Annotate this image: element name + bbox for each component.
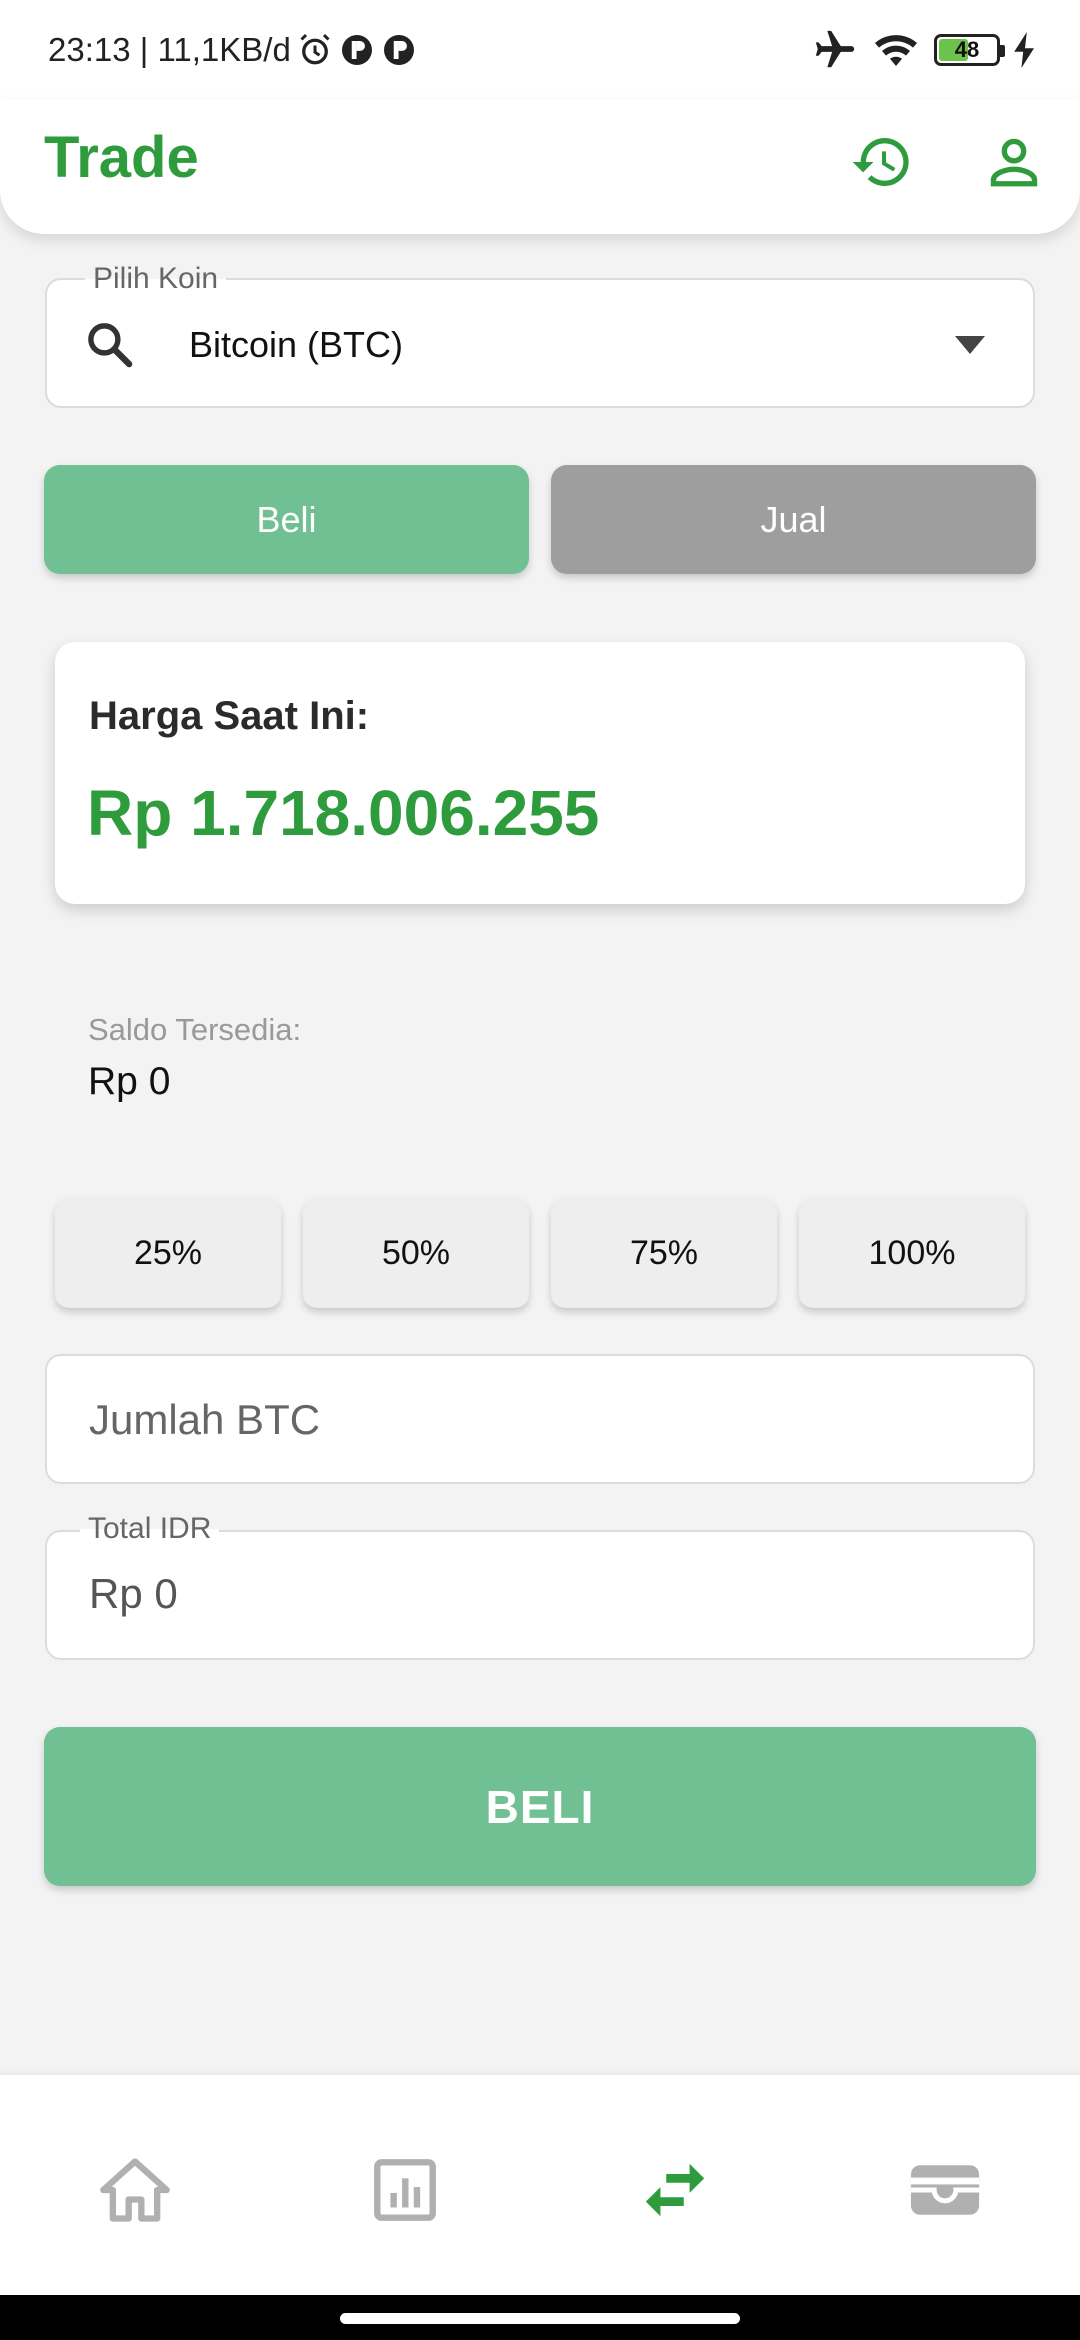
battery-icon: 48 <box>934 34 1005 66</box>
history-icon <box>852 138 909 186</box>
p-badge-icon <box>383 35 414 65</box>
bottom-nav <box>0 2075 1080 2295</box>
search-icon <box>88 323 133 368</box>
coin-selector[interactable]: Pilih Koin Bitcoin (BTC) <box>45 262 1035 408</box>
total-label: Total IDR <box>80 1512 220 1546</box>
wallet-icon <box>910 2165 980 2215</box>
buy-button[interactable]: BELI <box>44 1727 1036 1886</box>
status-left: 23:13 | 11,1KB/d <box>48 28 417 72</box>
status-time-speed: 23:13 | 11,1KB/d <box>48 31 291 68</box>
percent-50-button[interactable]: 50% <box>303 1199 529 1308</box>
total-value: Rp 0 <box>89 1570 178 1617</box>
tab-buy[interactable]: Beli <box>44 465 529 574</box>
nav-chart[interactable] <box>360 2145 450 2235</box>
page-title: Trade <box>44 125 199 190</box>
amount-input[interactable] <box>89 1392 989 1448</box>
tab-sell[interactable]: Jual <box>551 465 1036 574</box>
total-field[interactable]: Total IDR Rp 0 <box>45 1512 1035 1660</box>
nav-wallet[interactable] <box>900 2145 990 2235</box>
chart-icon <box>374 2159 436 2221</box>
home-gesture-handle[interactable] <box>340 2313 740 2324</box>
status-bar: 23:13 | 11,1KB/d 48 <box>0 0 1080 100</box>
balance-label: Saldo Tersedia: <box>88 1012 302 1047</box>
swap-icon <box>645 2163 705 2217</box>
nav-home[interactable] <box>90 2145 180 2235</box>
price-value: Rp 1.718.006.255 <box>87 777 600 849</box>
history-button[interactable] <box>846 126 918 198</box>
status-right: 48 <box>812 26 1036 74</box>
alarm-icon <box>300 33 330 65</box>
balance-value: Rp 0 <box>88 1060 171 1103</box>
price-label: Harga Saat Ini: <box>89 694 370 738</box>
percent-100-button[interactable]: 100% <box>799 1199 1025 1308</box>
system-gesture-bar <box>0 2295 1080 2340</box>
nav-trade[interactable] <box>630 2145 720 2235</box>
p-badge-icon <box>341 35 372 65</box>
coin-selector-label: Pilih Koin <box>85 262 227 296</box>
app-header: Trade <box>0 100 1080 234</box>
wifi-icon <box>875 35 917 66</box>
airplane-icon <box>815 30 855 68</box>
profile-button[interactable] <box>978 126 1050 198</box>
percent-25-button[interactable]: 25% <box>55 1199 281 1308</box>
battery-level: 48 <box>954 37 980 62</box>
chevron-down-icon <box>955 336 985 354</box>
percent-75-button[interactable]: 75% <box>551 1199 777 1308</box>
amount-field <box>45 1354 1035 1484</box>
home-icon <box>100 2158 170 2222</box>
charging-icon <box>1014 32 1034 68</box>
price-card: Harga Saat Ini: Rp 1.718.006.255 <box>55 642 1025 904</box>
coin-selected-value: Bitcoin (BTC) <box>189 324 404 365</box>
profile-icon <box>990 138 1038 187</box>
